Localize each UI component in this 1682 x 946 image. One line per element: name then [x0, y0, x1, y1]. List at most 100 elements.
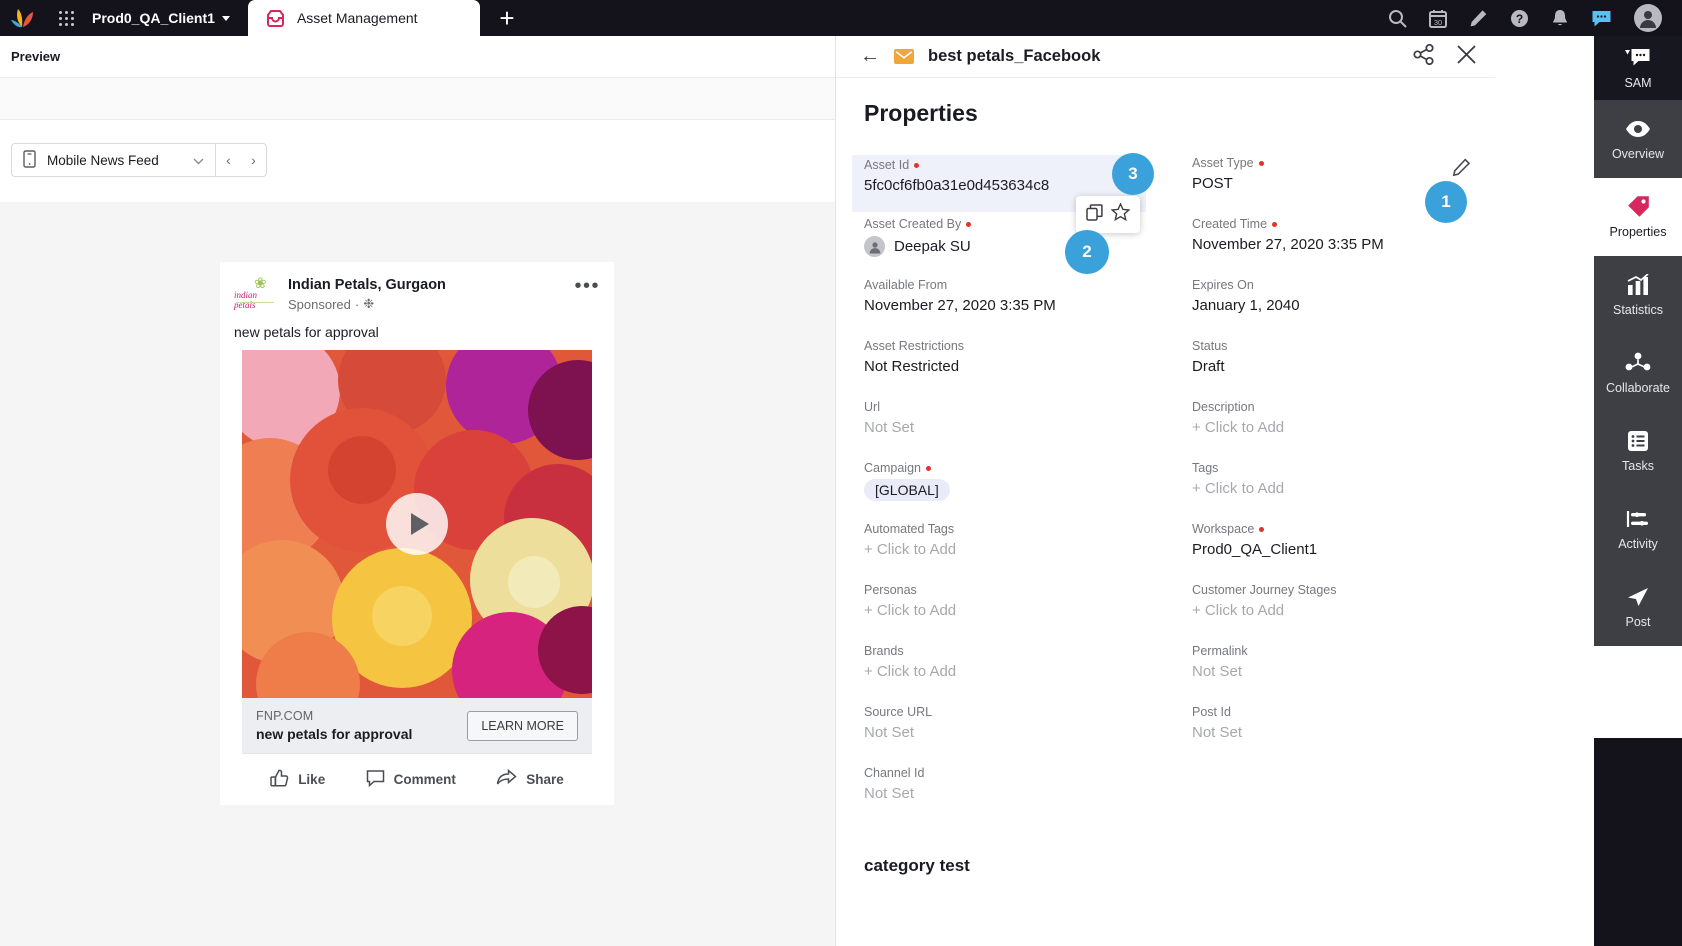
- calendar-icon[interactable]: 30: [1429, 9, 1447, 28]
- rail-item-properties[interactable]: Properties: [1594, 178, 1682, 256]
- activity-icon: [1626, 508, 1650, 530]
- rail-items: SAM Overview Properties Statistics Collabora…: [1594, 36, 1682, 646]
- ad-header: ❀ indian petals Indian Petals, Gurgaon S…: [220, 262, 614, 312]
- field-status: Status Draft: [1192, 338, 1467, 399]
- field-hover-toolbar: [1076, 196, 1140, 233]
- comment-icon: [366, 769, 385, 790]
- chevron-down-icon: [221, 15, 230, 21]
- field-personas[interactable]: Personas + Click to Add: [864, 582, 1192, 643]
- field-tags[interactable]: Tags + Click to Add: [1192, 460, 1467, 521]
- rail-item-overview[interactable]: Overview: [1594, 100, 1682, 178]
- rail-item-label: Statistics: [1612, 302, 1663, 317]
- tab-asset-management[interactable]: Asset Management: [247, 0, 480, 36]
- svg-text:30: 30: [1434, 18, 1442, 27]
- help-icon[interactable]: ?: [1510, 9, 1529, 28]
- bell-icon[interactable]: [1551, 9, 1569, 28]
- field-label: Brands: [864, 644, 904, 658]
- field-empty: [1192, 765, 1467, 826]
- app-logo-icon[interactable]: [0, 7, 46, 29]
- field-value[interactable]: + Click to Add: [1192, 419, 1467, 436]
- more-options-icon[interactable]: •••: [574, 276, 600, 296]
- copy-icon[interactable]: [1086, 203, 1103, 226]
- field-description[interactable]: Description + Click to Add: [1192, 399, 1467, 460]
- preview-pane: Preview Mobile News Feed ‹ › ❀ indian pe…: [0, 36, 836, 946]
- field-campaign: Campaign [GLOBAL]: [864, 460, 1192, 521]
- chat-icon[interactable]: [1591, 9, 1612, 28]
- tenant-selector[interactable]: Prod0_QA_Client1: [86, 10, 240, 26]
- field-value: [GLOBAL]: [864, 479, 950, 501]
- mobile-device-icon: [23, 149, 36, 171]
- field-value[interactable]: + Click to Add: [864, 602, 1192, 619]
- share-icon[interactable]: [1413, 43, 1434, 70]
- preview-header: Preview: [0, 36, 835, 78]
- play-button[interactable]: [386, 493, 448, 555]
- logo-rule: [236, 302, 274, 303]
- link-domain: FNP.COM: [256, 709, 314, 723]
- comment-button[interactable]: Comment: [366, 769, 456, 790]
- placement-select[interactable]: Mobile News Feed: [12, 144, 215, 176]
- field-customer-journey-stages[interactable]: Customer Journey Stages + Click to Add: [1192, 582, 1467, 643]
- ad-media[interactable]: [242, 350, 592, 698]
- account-icon[interactable]: [1634, 4, 1662, 32]
- cta-button[interactable]: LEARN MORE: [467, 710, 578, 741]
- topbar-actions: 30 ?: [1388, 4, 1682, 32]
- tenant-label: Prod0_QA_Client1: [92, 10, 215, 26]
- rail-item-collaborate[interactable]: Collaborate: [1594, 334, 1682, 412]
- annotation-badge-2: 2: [1065, 230, 1109, 274]
- back-button[interactable]: ←: [860, 45, 880, 68]
- field-value[interactable]: + Click to Add: [864, 541, 1192, 558]
- field-label: Description: [1192, 400, 1255, 414]
- preview-controls: Mobile News Feed ‹ ›: [0, 120, 835, 200]
- field-value: November 27, 2020 3:35 PM: [1192, 236, 1384, 253]
- field-value[interactable]: + Click to Add: [1192, 480, 1467, 497]
- field-label: Workspace: [1192, 521, 1467, 537]
- field-source-url: Source URL Not Set: [864, 704, 1192, 765]
- people-icon: [1625, 352, 1651, 374]
- tag-icon: [1627, 196, 1650, 218]
- field-value: Not Set: [1192, 724, 1243, 741]
- bar-chart-icon: [1626, 273, 1650, 296]
- field-automated-tags[interactable]: Automated Tags + Click to Add: [864, 521, 1192, 582]
- star-icon[interactable]: [1110, 202, 1131, 226]
- field-label: Post Id: [1192, 705, 1231, 719]
- email-asset-icon: [894, 49, 914, 64]
- share-button[interactable]: Share: [496, 768, 564, 790]
- field-value: POST: [1192, 175, 1233, 192]
- prev-placement-button[interactable]: ‹: [216, 144, 241, 176]
- field-value: Prod0_QA_Client1: [1192, 541, 1318, 558]
- app-switcher-grid-icon[interactable]: [46, 10, 86, 26]
- ad-message: new petals for approval: [234, 324, 379, 340]
- section-title: Properties: [864, 100, 978, 126]
- field-value: Not Set: [1192, 663, 1243, 680]
- pencil-icon[interactable]: [1469, 9, 1488, 28]
- next-placement-button[interactable]: ›: [241, 144, 266, 176]
- field-brands[interactable]: Brands + Click to Add: [864, 643, 1192, 704]
- field-label: Asset Created By: [864, 216, 1192, 232]
- field-label: Url: [864, 400, 880, 414]
- rail-item-post[interactable]: Post: [1594, 568, 1682, 646]
- page-name[interactable]: Indian Petals, Gurgaon: [288, 276, 446, 294]
- required-indicator-icon: [1258, 160, 1264, 166]
- field-asset-restrictions: Asset Restrictions Not Restricted: [864, 338, 1192, 399]
- close-icon[interactable]: [1456, 44, 1477, 70]
- field-value[interactable]: + Click to Add: [864, 663, 1192, 680]
- category-section-title: category test: [864, 856, 970, 875]
- rail-item-sam[interactable]: SAM: [1594, 36, 1682, 100]
- search-icon[interactable]: [1388, 9, 1407, 28]
- thumbs-up-icon: [270, 769, 289, 790]
- rail-item-statistics[interactable]: Statistics: [1594, 256, 1682, 334]
- field-label: Available From: [864, 278, 948, 292]
- rail-item-tasks[interactable]: Tasks: [1594, 412, 1682, 490]
- annotation-badge-3: 3: [1112, 153, 1154, 195]
- field-value[interactable]: + Click to Add: [1192, 602, 1467, 619]
- field-label: Expires On: [1192, 278, 1254, 292]
- edit-properties-icon[interactable]: [1452, 158, 1471, 182]
- field-value: Deepak SU: [864, 236, 1192, 257]
- field-value: November 27, 2020 3:35 PM: [864, 297, 1056, 314]
- new-tab-button[interactable]: +: [480, 0, 534, 36]
- like-button[interactable]: Like: [270, 769, 325, 790]
- field-url: Url Not Set: [864, 399, 1192, 460]
- annotation-badge-1: 1: [1425, 181, 1467, 223]
- rail-item-activity[interactable]: Activity: [1594, 490, 1682, 568]
- field-value: January 1, 2040: [1192, 297, 1300, 314]
